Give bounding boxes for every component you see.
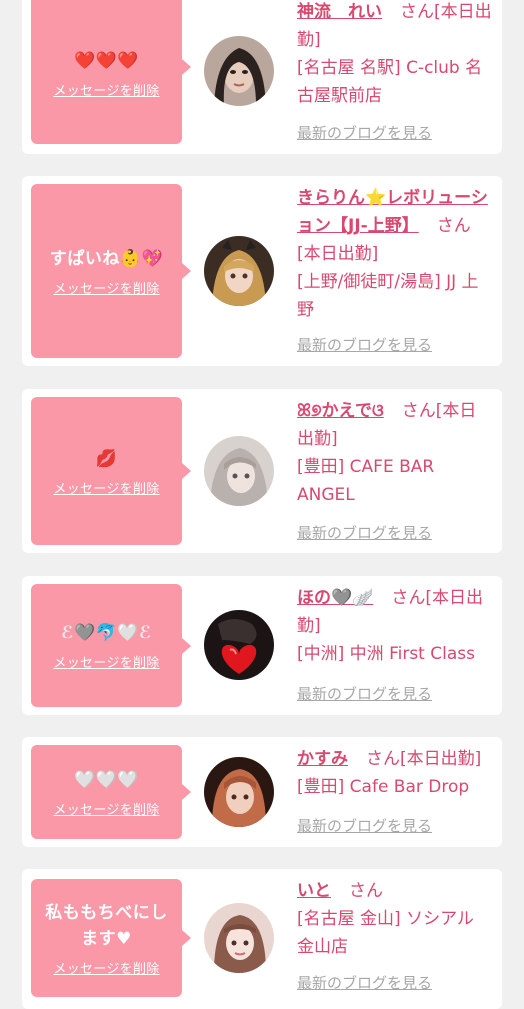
- blog-link[interactable]: 最新のブログを見る: [297, 334, 432, 355]
- delete-message-link[interactable]: メッセージを削除: [53, 652, 159, 671]
- message-bubble: 🤍🤍🤍 メッセージを削除: [31, 745, 191, 839]
- message-bubble: すぱいね👶💖 メッセージを削除: [31, 184, 191, 358]
- shop-name[interactable]: [中洲] 中洲 First Class: [297, 640, 492, 668]
- shop-name[interactable]: [名古屋 名駅] C-club 名古屋駅前店: [297, 54, 492, 110]
- message-card: ℰ🩶🐬🤍ℰ メッセージを削除 ほの🩶🪽 さん[本日出勤] [中洲] 中洲 Firs…: [22, 576, 502, 715]
- message-card: 私ももちべにします♥ メッセージを削除 いと さん [名古屋 金山] ソシアル 金…: [22, 869, 502, 1009]
- message-bubble: 私ももちべにします♥ メッセージを削除: [31, 879, 191, 997]
- message-card: すぱいね👶💖 メッセージを削除 きらりん⭐レボリューション【JJ-上野】 さん[本…: [22, 176, 502, 366]
- blog-link[interactable]: 最新のブログを見る: [297, 972, 432, 993]
- blog-link[interactable]: 最新のブログを見る: [297, 122, 432, 143]
- delete-message-link[interactable]: メッセージを削除: [53, 278, 159, 297]
- message-bubble: ℰ🩶🐬🤍ℰ メッセージを削除: [31, 584, 191, 707]
- cast-info: ほの🩶🪽 さん[本日出勤] [中洲] 中洲 First Class: [297, 584, 492, 668]
- avatar[interactable]: [204, 236, 274, 306]
- cast-name-link[interactable]: ꕤ୭かえでଓ: [297, 401, 384, 421]
- avatar[interactable]: [204, 36, 274, 106]
- message-text: ℰ🩶🐬🤍ℰ: [61, 623, 152, 643]
- message-bubble: 💋 メッセージを削除: [31, 397, 191, 545]
- cast-info: きらりん⭐レボリューション【JJ-上野】 さん[本日出勤] [上野/御徒町/湯島]…: [297, 184, 492, 324]
- cast-name-link[interactable]: ほの🩶🪽: [297, 588, 373, 608]
- message-text: すぱいね👶💖: [49, 248, 164, 269]
- avatar[interactable]: [204, 757, 274, 827]
- message-card: ❤️❤️❤️ メッセージを削除 神流 れい さん[本日出勤] [名古屋 名駅] C…: [22, 0, 502, 154]
- blog-link[interactable]: 最新のブログを見る: [297, 522, 432, 543]
- shop-name[interactable]: [名古屋 金山] ソシアル 金山店: [297, 905, 492, 961]
- avatar[interactable]: [204, 903, 274, 973]
- shop-name[interactable]: [豊田] Cafe Bar Drop: [297, 773, 492, 801]
- shop-name[interactable]: [豊田] CAFE BAR ANGEL: [297, 453, 492, 509]
- message-card: 💋 メッセージを削除 ꕤ୭かえでଓ さん[本日出勤] [豊田] CAFE BAR …: [22, 389, 502, 553]
- cast-info: 神流 れい さん[本日出勤] [名古屋 名駅] C-club 名古屋駅前店: [297, 0, 492, 110]
- delete-message-link[interactable]: メッセージを削除: [53, 80, 159, 99]
- blog-link[interactable]: 最新のブログを見る: [297, 815, 432, 836]
- cast-name-link[interactable]: 神流 れい: [297, 2, 382, 22]
- cast-info: ꕤ୭かえでଓ さん[本日出勤] [豊田] CAFE BAR ANGEL: [297, 397, 492, 509]
- delete-message-link[interactable]: メッセージを削除: [53, 958, 159, 977]
- avatar[interactable]: [204, 436, 274, 506]
- cast-status: さん: [349, 881, 383, 901]
- cast-info: いと さん [名古屋 金山] ソシアル 金山店: [297, 877, 492, 961]
- avatar[interactable]: [204, 610, 274, 680]
- message-card: 🤍🤍🤍 メッセージを削除 かすみ さん[本日出勤] [豊田] Cafe Bar D…: [22, 737, 502, 847]
- message-text: ❤️❤️❤️: [73, 50, 139, 71]
- delete-message-link[interactable]: メッセージを削除: [53, 478, 159, 497]
- cast-name-link[interactable]: かすみ: [297, 749, 348, 769]
- delete-message-link[interactable]: メッセージを削除: [53, 799, 159, 818]
- cast-status: さん[本日出勤]: [366, 749, 482, 769]
- cast-name-link[interactable]: いと: [297, 881, 331, 901]
- message-text: 💋: [95, 448, 118, 469]
- shop-name[interactable]: [上野/御徒町/湯島] JJ 上野: [297, 268, 492, 324]
- blog-link[interactable]: 最新のブログを見る: [297, 683, 432, 704]
- cast-info: かすみ さん[本日出勤] [豊田] Cafe Bar Drop: [297, 745, 492, 801]
- message-bubble: ❤️❤️❤️ メッセージを削除: [31, 0, 191, 144]
- message-text: 🤍🤍🤍: [73, 769, 139, 790]
- message-text: 私ももちべにします♥: [45, 902, 168, 949]
